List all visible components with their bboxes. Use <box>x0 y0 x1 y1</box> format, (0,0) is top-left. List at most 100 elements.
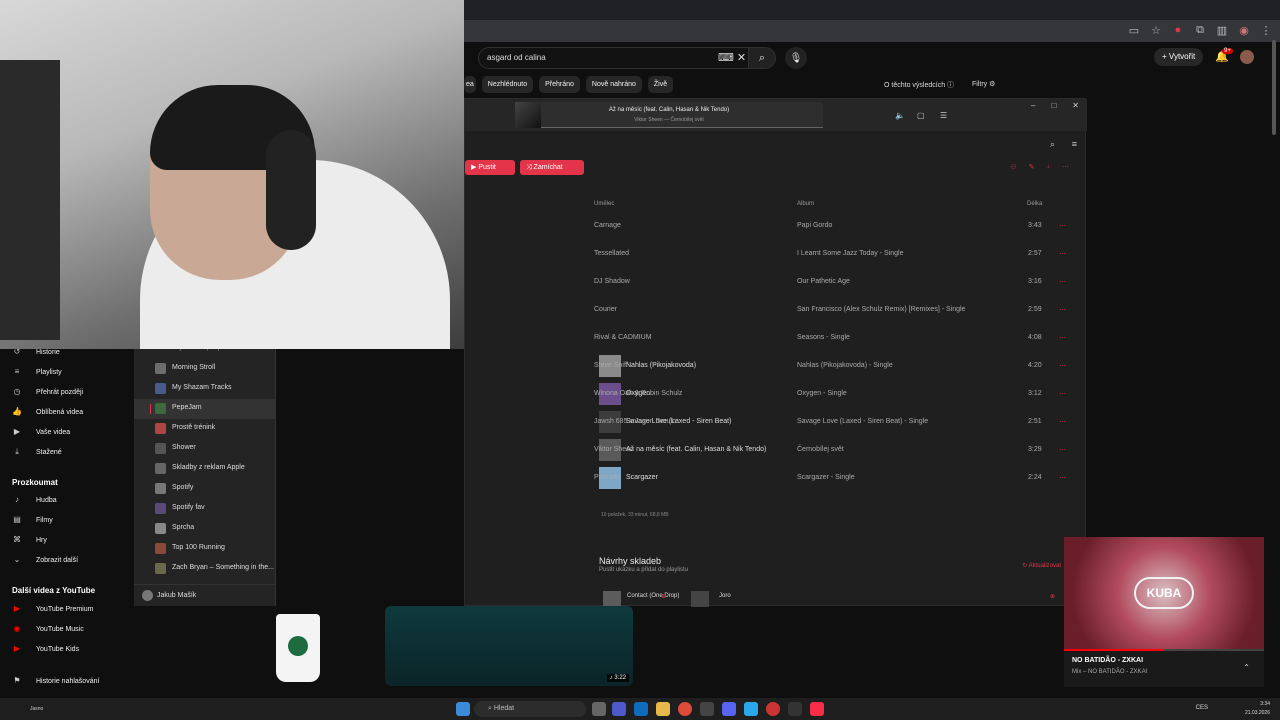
table-row[interactable]: Až na měsíc (feat. Calin, Hasan & Nik Te… <box>465 436 1087 464</box>
suggestion-item[interactable]: Contact (One Drop) <box>627 593 679 599</box>
table-row[interactable]: Oxygen Winona Oak & Robin Schulz Oxygen - … <box>465 380 1087 408</box>
track-artist[interactable]: Tessellated <box>594 250 629 257</box>
create-button[interactable]: + Vytvořit <box>1154 48 1204 66</box>
mini-player[interactable]: KUBA NO BATIDÃO - ZXKAI Mix – NO BATIDÃO… <box>1064 537 1264 687</box>
teams-icon[interactable] <box>612 702 626 716</box>
terminal-icon[interactable] <box>788 702 802 716</box>
language-indicator[interactable]: CES <box>1196 705 1208 711</box>
table-row[interactable]: DJ Shadow Our Pathetic Age 3:16 ⋯ <box>465 268 1087 296</box>
edit-icon[interactable]: ✎ <box>1029 163 1035 171</box>
table-row[interactable]: Nahlas (Pikojakovoda) Steve Sniff Nahlas (… <box>465 352 1087 380</box>
volume-icon[interactable]: 🔈 <box>895 111 905 120</box>
sidebar-item-yt-kids[interactable]: ▶ YouTube Kids <box>12 642 79 656</box>
chip-unwatched[interactable]: Nezhlédnuto <box>481 76 534 93</box>
results-info[interactable]: O těchto výsledcích ⓘ <box>884 80 954 90</box>
close-icon[interactable]: ⌨ ✕ <box>718 51 746 64</box>
sidepanel-icon[interactable]: ▥ <box>1216 24 1228 37</box>
chip-live[interactable]: Živě <box>647 76 674 93</box>
record-icon[interactable] <box>766 702 780 716</box>
now-playing[interactable]: Až na měsíc (feat. Calin, Hasan & Nik Te… <box>515 102 823 128</box>
track-artist[interactable]: Carnage <box>594 222 621 229</box>
sidebar-item-show-more[interactable]: ⌄ Zobrazit další <box>12 553 78 567</box>
video-thumbnail[interactable]: ♪ 3:22 <box>385 606 633 686</box>
more-icon[interactable]: ⋯ <box>1059 418 1066 426</box>
star-icon[interactable]: ☆ <box>1150 24 1162 37</box>
maximize-icon[interactable]: □ <box>1051 101 1056 110</box>
sidebar-playlist-item[interactable]: Spotify <box>134 479 276 499</box>
filters-button[interactable]: Filtry ⚙ <box>972 80 995 88</box>
sidebar-playlist-item[interactable]: Morning Stroll <box>134 359 276 379</box>
search-input[interactable]: asgard od calina <box>478 47 750 69</box>
avatar[interactable] <box>1240 50 1254 64</box>
more-icon[interactable]: ⋯ <box>1059 278 1066 286</box>
more-icon[interactable]: ⋯ <box>1059 474 1066 482</box>
chip-watched[interactable]: Přehráno <box>539 76 580 93</box>
table-row[interactable]: Tessellated I Learnt Some Jazz Today - Si… <box>465 240 1087 268</box>
more-icon[interactable]: ⋯ <box>1059 306 1066 314</box>
track-album[interactable]: Papi Gordo <box>797 222 832 229</box>
menu-icon[interactable]: ⋮ <box>1260 24 1272 37</box>
track-artist[interactable]: Viktor Sheen <box>594 446 634 453</box>
mic-icon[interactable]: 🎙 <box>785 47 807 69</box>
column-album[interactable]: Album <box>797 201 814 207</box>
app-icon[interactable] <box>700 702 714 716</box>
sidebar-item-premium[interactable]: ▶ YouTube Premium <box>12 602 94 616</box>
more-icon[interactable]: ⋯ <box>1062 163 1069 171</box>
table-row[interactable]: Rival & CADMIUM Seasons - Single 4:08 ⋯ <box>465 324 1087 352</box>
sidebar-item-yt-music[interactable]: ◉ YouTube Music <box>12 622 84 636</box>
track-album[interactable]: Oxygen - Single <box>797 390 847 397</box>
add-icon[interactable]: ⊕ <box>1050 593 1055 600</box>
track-album[interactable]: Savage Love (Laxed - Siren Beat) - Singl… <box>797 418 928 425</box>
more-icon[interactable]: ⋯ <box>1059 362 1066 370</box>
discord-icon[interactable] <box>722 702 736 716</box>
sidebar-item-playlists[interactable]: ≡ Playlisty <box>12 365 62 379</box>
queue-icon[interactable]: ☰ <box>940 111 947 120</box>
more-icon[interactable]: ⋯ <box>1059 446 1066 454</box>
track-artist[interactable]: Jawsh 685 x Jason Derulo <box>594 418 676 425</box>
track-album[interactable]: Černobílej svět <box>797 446 844 453</box>
clock[interactable]: 3:34 21.03.2026 <box>1245 700 1270 718</box>
add-icon[interactable]: ⊕ <box>661 593 666 600</box>
chevron-up-icon[interactable]: ⌃ <box>1243 663 1250 672</box>
chip-partial[interactable]: ea <box>464 76 476 93</box>
suggestion-item[interactable]: Joro <box>719 593 731 599</box>
sidebar-item-films[interactable]: ▤ Filmy <box>12 513 53 527</box>
apple-music-icon[interactable] <box>810 702 824 716</box>
sidebar-playlist-item[interactable]: Skladby z reklam Apple <box>134 459 276 479</box>
sidebar-playlist-item[interactable]: My Shazam Tracks <box>134 379 276 399</box>
table-row[interactable]: Savage Love (Laxed - Siren Beat) Jawsh 68… <box>465 408 1087 436</box>
table-row[interactable]: Scargazer Prompto Scargazer - Single 2:24 ⋯ <box>465 464 1087 492</box>
now-playing-progress[interactable] <box>541 127 823 128</box>
track-artist[interactable]: Rival & CADMIUM <box>594 334 652 341</box>
track-album[interactable]: I Learnt Some Jazz Today - Single <box>797 250 903 257</box>
sidebar-item-games[interactable]: ⌘ Hry <box>12 533 47 547</box>
more-icon[interactable]: ⋯ <box>1059 334 1066 342</box>
sidebar-item-watch-later[interactable]: ◷ Přehrát později <box>12 385 84 399</box>
taskbar-search[interactable]: ⌕ Hledat <box>474 701 586 717</box>
mini-player-progress[interactable] <box>1064 649 1264 651</box>
track-artist[interactable]: Courier <box>594 306 617 313</box>
more-icon[interactable]: ⋯ <box>1059 390 1066 398</box>
track-album[interactable]: San Francisco (Alex Schulz Remix) [Remix… <box>797 306 965 313</box>
refresh-button[interactable]: ↻ Aktualizovat <box>1022 562 1061 569</box>
folder-icon[interactable] <box>656 702 670 716</box>
list-icon[interactable]: ≡ <box>1072 139 1077 149</box>
sidebar-item-liked[interactable]: 👍 Oblíbená videa <box>12 405 83 419</box>
column-length[interactable]: Délka <box>1027 201 1042 207</box>
table-row[interactable]: Courier San Francisco (Alex Schulz Remix)… <box>465 296 1087 324</box>
more-icon[interactable]: ⋯ <box>1059 222 1066 230</box>
more-icon[interactable]: ⋯ <box>1059 250 1066 258</box>
taskview-icon[interactable] <box>592 702 606 716</box>
puzzle-icon[interactable]: ⧉ <box>1194 24 1206 36</box>
sidebar-playlist-item[interactable]: PepeJam <box>134 399 276 419</box>
track-artist[interactable]: Steve Sniff <box>594 362 628 369</box>
column-artist[interactable]: Umělec <box>594 201 614 207</box>
track-album[interactable]: Seasons - Single <box>797 334 850 341</box>
shuffle-button[interactable]: ⤨ Zamíchat <box>520 160 584 175</box>
track-artist[interactable]: DJ Shadow <box>594 278 630 285</box>
sidebar-playlist-item[interactable]: Top 100 Running <box>134 539 276 559</box>
profile-icon[interactable]: ◉ <box>1238 24 1250 37</box>
sidebar-playlist-item[interactable]: Zach Bryan – Something in the... <box>134 559 276 579</box>
weather-label[interactable]: Jasno <box>30 706 43 712</box>
track-album[interactable]: Our Pathetic Age <box>797 278 850 285</box>
